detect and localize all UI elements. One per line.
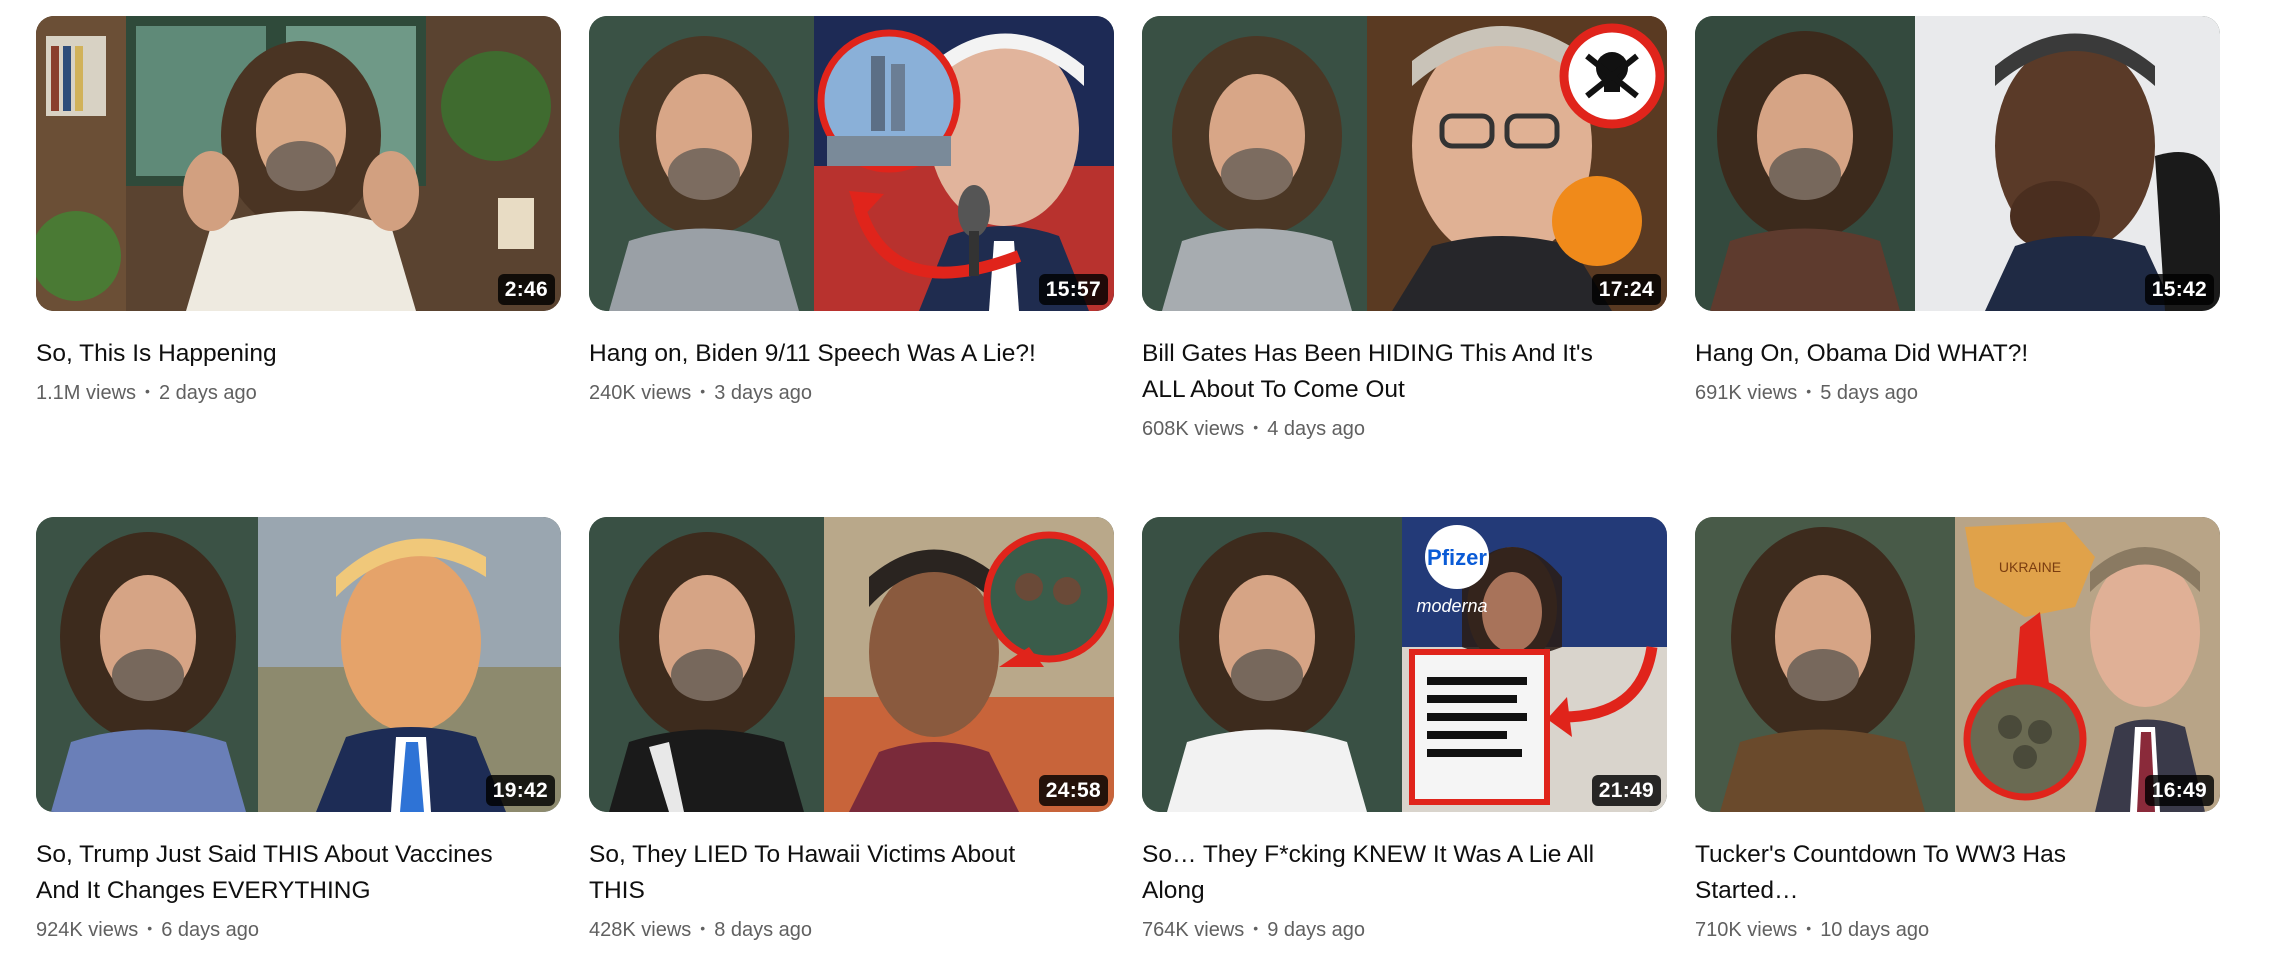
video-metadata: 710K views • 10 days ago: [1695, 915, 2220, 946]
separator-dot: •: [1253, 419, 1259, 435]
thumbnail-image: [1142, 16, 1667, 311]
video-title[interactable]: So, They LIED To Hawaii Victims About TH…: [589, 837, 1114, 909]
thumbnail-image: [589, 517, 1114, 812]
thumbnail-image: [589, 16, 1114, 311]
video-title[interactable]: Hang on, Biden 9/11 Speech Was A Lie?!: [589, 336, 1114, 372]
separator-dot: •: [1806, 383, 1812, 399]
video-duration: 16:49: [2144, 775, 2214, 806]
upload-age: 3 days ago: [714, 382, 813, 404]
video-thumbnail[interactable]: 15:57: [589, 16, 1114, 311]
separator-dot: •: [700, 383, 706, 399]
upload-age: 2 days ago: [158, 382, 257, 404]
video-grid: 2:46 So, This Is Happening 1.1M views • 2 …: [0, 0, 2276, 958]
video-duration: 2:46: [497, 274, 555, 305]
upload-age: 10 days ago: [1820, 919, 1930, 941]
separator-dot: •: [147, 920, 153, 936]
upload-age: 9 days ago: [1267, 919, 1366, 941]
video-title[interactable]: So, Trump Just Said THIS About Vaccines …: [36, 837, 561, 909]
video-metadata: 1.1M views • 2 days ago: [36, 378, 561, 409]
video-duration: 24:58: [1038, 775, 1108, 806]
thumbnail-image: [36, 517, 561, 812]
video-metadata: 608K views • 4 days ago: [1142, 414, 1667, 445]
video-duration: 21:49: [1591, 775, 1661, 806]
thumbnail-image: UKRAINE: [1695, 517, 2220, 812]
video-duration: 15:57: [1038, 274, 1108, 305]
moderna-logo-text: moderna: [1416, 596, 1487, 616]
video-card: 2:46 So, This Is Happening 1.1M views • 2 …: [36, 16, 561, 409]
upload-age: 4 days ago: [1267, 418, 1366, 440]
ukraine-map-label: UKRAINE: [1999, 559, 2061, 575]
view-count: 764K views: [1142, 919, 1245, 941]
video-metadata: 691K views • 5 days ago: [1695, 378, 2220, 409]
pfizer-logo-text: Pfizer: [1427, 545, 1487, 570]
upload-age: 5 days ago: [1820, 382, 1919, 404]
video-thumbnail[interactable]: 15:42: [1695, 16, 2220, 311]
thumbnail-image: [1695, 16, 2220, 311]
video-title[interactable]: So, This Is Happening: [36, 336, 561, 372]
video-card: Pfizer moderna 21:49 So… They F*cking KN…: [1142, 517, 1667, 946]
video-title[interactable]: Hang On, Obama Did WHAT?!: [1695, 336, 2220, 372]
video-metadata: 428K views • 8 days ago: [589, 915, 1114, 946]
separator-dot: •: [1253, 920, 1259, 936]
upload-age: 6 days ago: [161, 919, 260, 941]
video-thumbnail[interactable]: 17:24: [1142, 16, 1667, 311]
view-count: 924K views: [36, 919, 139, 941]
separator-dot: •: [145, 383, 150, 399]
video-card: 15:42 Hang On, Obama Did WHAT?! 691K vie…: [1695, 16, 2220, 409]
view-count: 240K views: [589, 382, 692, 404]
video-metadata: 764K views • 9 days ago: [1142, 915, 1667, 946]
video-duration: 19:42: [485, 775, 555, 806]
video-metadata: 240K views • 3 days ago: [589, 378, 1114, 409]
upload-age: 8 days ago: [714, 919, 813, 941]
view-count: 1.1M views: [36, 382, 137, 404]
video-thumbnail[interactable]: 2:46: [36, 16, 561, 311]
video-thumbnail[interactable]: 19:42: [36, 517, 561, 812]
separator-dot: •: [1806, 920, 1812, 936]
video-card: 15:57 Hang on, Biden 9/11 Speech Was A L…: [589, 16, 1114, 409]
separator-dot: •: [700, 920, 706, 936]
video-card: 24:58 So, They LIED To Hawaii Victims Ab…: [589, 517, 1114, 946]
video-thumbnail[interactable]: UKRAINE 16:49: [1695, 517, 2220, 812]
video-title[interactable]: So… They F*cking KNEW It Was A Lie All A…: [1142, 837, 1667, 909]
video-title[interactable]: Tucker's Countdown To WW3 Has Started…: [1695, 837, 2220, 909]
view-count: 428K views: [589, 919, 692, 941]
video-card: 17:24 Bill Gates Has Been HIDING This An…: [1142, 16, 1667, 445]
video-thumbnail[interactable]: Pfizer moderna 21:49: [1142, 517, 1667, 812]
thumbnail-image: Pfizer moderna: [1142, 517, 1667, 812]
view-count: 691K views: [1695, 382, 1798, 404]
view-count: 608K views: [1142, 418, 1245, 440]
video-metadata: 924K views • 6 days ago: [36, 915, 561, 946]
video-duration: 17:24: [1591, 274, 1661, 305]
view-count: 710K views: [1695, 919, 1798, 941]
video-title[interactable]: Bill Gates Has Been HIDING This And It's…: [1142, 336, 1667, 408]
thumbnail-image: [36, 16, 561, 311]
video-card: 19:42 So, Trump Just Said THIS About Vac…: [36, 517, 561, 946]
video-thumbnail[interactable]: 24:58: [589, 517, 1114, 812]
video-duration: 15:42: [2144, 274, 2214, 305]
video-card: UKRAINE 16:49 Tucker's Countdown To WW3 …: [1695, 517, 2220, 946]
